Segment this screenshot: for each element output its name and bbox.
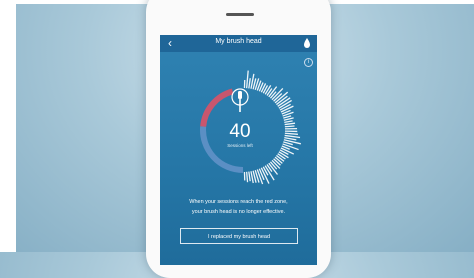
- gauge-bar: [284, 138, 296, 140]
- gauge-bar: [275, 157, 282, 163]
- sessions-remaining-label: Sessions left: [200, 143, 280, 148]
- gauge-bar: [274, 159, 281, 165]
- gauge-bar: [276, 155, 284, 161]
- red-zone-message: When your sessions reach the red zone, y…: [172, 197, 305, 217]
- gauge-bar: [247, 172, 248, 182]
- app-screen: ‹ My brush head i 40 Sessions left When …: [160, 35, 317, 265]
- chevron-left-icon[interactable]: ‹: [164, 36, 176, 50]
- sessions-remaining-count: 40: [200, 122, 280, 142]
- gauge-bar: [251, 171, 253, 183]
- brush-head-icon: [231, 88, 249, 114]
- message-line-2: your brush head is no longer effective.: [172, 207, 305, 217]
- gauge-bar: [284, 118, 294, 120]
- app-header: ‹ My brush head: [160, 35, 317, 52]
- gauge-bar: [285, 126, 295, 127]
- photo-border-left: [0, 0, 16, 252]
- gauge-bar: [284, 121, 292, 123]
- info-icon[interactable]: i: [304, 58, 313, 67]
- page-title: My brush head: [190, 38, 287, 45]
- gauge-bar: [285, 123, 295, 124]
- gauge-bar: [285, 133, 298, 134]
- gauge-bar: [247, 71, 249, 89]
- gauge-bar: [270, 162, 276, 169]
- replaced-brush-head-button[interactable]: I replaced my brush head: [180, 228, 298, 244]
- gauge-bar: [265, 85, 271, 94]
- phone-device: ‹ My brush head i 40 Sessions left When …: [146, 0, 331, 278]
- message-line-1: When your sessions reach the red zone,: [172, 197, 305, 207]
- gauge-bar: [283, 116, 291, 118]
- phone-speaker: [226, 13, 254, 16]
- gauge-bar: [249, 172, 250, 182]
- drop-icon[interactable]: [302, 37, 312, 49]
- gauge-bar: [249, 78, 250, 88]
- gauge-bar: [285, 135, 300, 137]
